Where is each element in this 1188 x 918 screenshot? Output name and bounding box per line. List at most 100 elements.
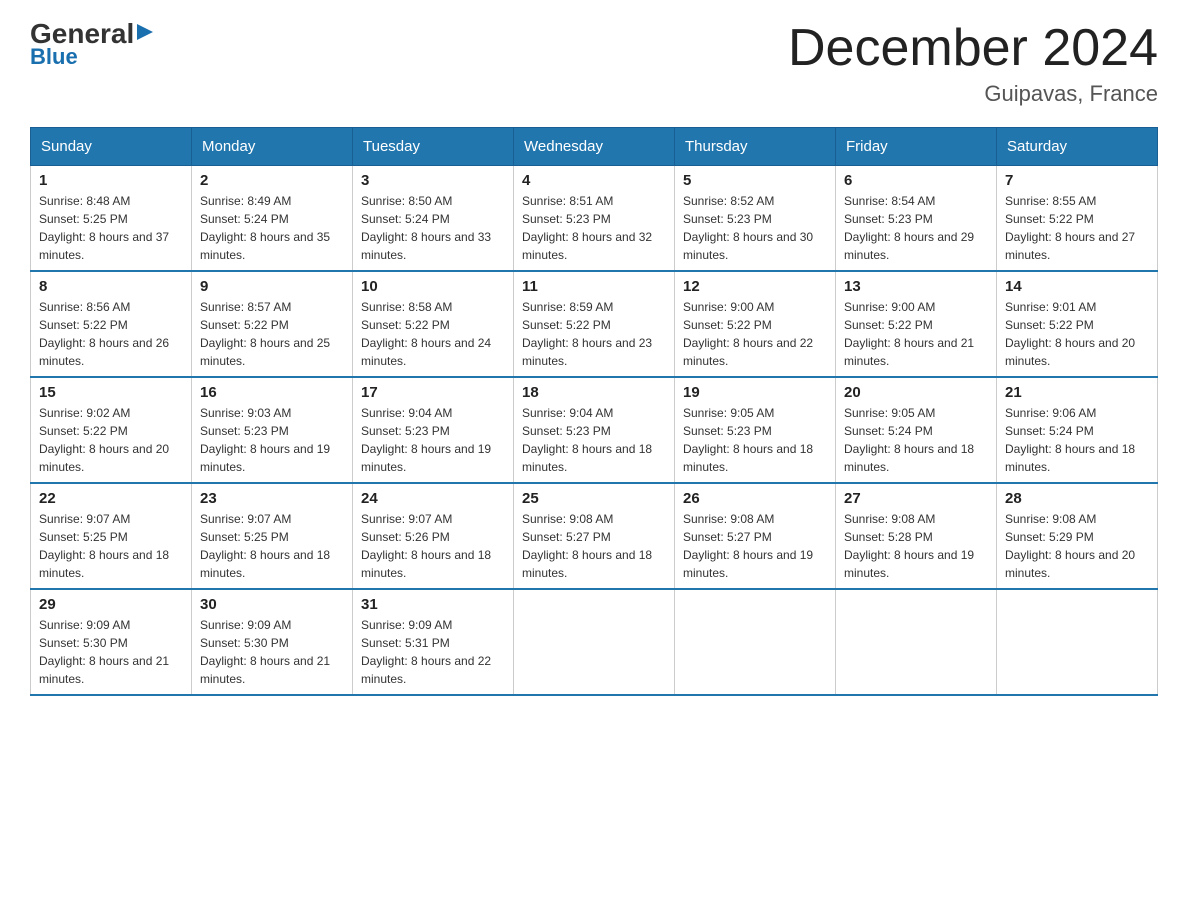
- day-number: 29: [39, 596, 183, 613]
- calendar-cell: 17 Sunrise: 9:04 AMSunset: 5:23 PMDaylig…: [353, 377, 514, 483]
- day-info: Sunrise: 9:08 AMSunset: 5:27 PMDaylight:…: [522, 510, 666, 582]
- day-info: Sunrise: 8:51 AMSunset: 5:23 PMDaylight:…: [522, 192, 666, 264]
- day-info: Sunrise: 9:06 AMSunset: 5:24 PMDaylight:…: [1005, 404, 1149, 476]
- calendar-cell: 7 Sunrise: 8:55 AMSunset: 5:22 PMDayligh…: [997, 166, 1158, 272]
- day-info: Sunrise: 9:07 AMSunset: 5:25 PMDaylight:…: [39, 510, 183, 582]
- day-number: 11: [522, 278, 666, 295]
- day-number: 23: [200, 490, 344, 507]
- day-number: 16: [200, 384, 344, 401]
- day-number: 30: [200, 596, 344, 613]
- calendar-week-3: 15 Sunrise: 9:02 AMSunset: 5:22 PMDaylig…: [31, 377, 1158, 483]
- logo-triangle-icon: [135, 22, 155, 42]
- day-info: Sunrise: 9:09 AMSunset: 5:30 PMDaylight:…: [200, 616, 344, 688]
- col-header-friday: Friday: [836, 128, 997, 166]
- calendar-cell: 19 Sunrise: 9:05 AMSunset: 5:23 PMDaylig…: [675, 377, 836, 483]
- calendar-cell: 13 Sunrise: 9:00 AMSunset: 5:22 PMDaylig…: [836, 271, 997, 377]
- day-info: Sunrise: 8:52 AMSunset: 5:23 PMDaylight:…: [683, 192, 827, 264]
- day-number: 9: [200, 278, 344, 295]
- day-info: Sunrise: 9:00 AMSunset: 5:22 PMDaylight:…: [844, 298, 988, 370]
- calendar-cell: 30 Sunrise: 9:09 AMSunset: 5:30 PMDaylig…: [192, 589, 353, 695]
- day-info: Sunrise: 9:09 AMSunset: 5:31 PMDaylight:…: [361, 616, 505, 688]
- calendar-cell: 29 Sunrise: 9:09 AMSunset: 5:30 PMDaylig…: [31, 589, 192, 695]
- day-info: Sunrise: 8:59 AMSunset: 5:22 PMDaylight:…: [522, 298, 666, 370]
- calendar-cell: 12 Sunrise: 9:00 AMSunset: 5:22 PMDaylig…: [675, 271, 836, 377]
- day-number: 22: [39, 490, 183, 507]
- day-info: Sunrise: 9:03 AMSunset: 5:23 PMDaylight:…: [200, 404, 344, 476]
- calendar-cell: 27 Sunrise: 9:08 AMSunset: 5:28 PMDaylig…: [836, 483, 997, 589]
- day-number: 31: [361, 596, 505, 613]
- calendar-cell: 8 Sunrise: 8:56 AMSunset: 5:22 PMDayligh…: [31, 271, 192, 377]
- calendar-table: SundayMondayTuesdayWednesdayThursdayFrid…: [30, 127, 1158, 696]
- month-title: December 2024: [788, 20, 1158, 77]
- day-number: 10: [361, 278, 505, 295]
- logo: General Blue: [30, 20, 155, 70]
- day-number: 21: [1005, 384, 1149, 401]
- col-header-saturday: Saturday: [997, 128, 1158, 166]
- calendar-week-1: 1 Sunrise: 8:48 AMSunset: 5:25 PMDayligh…: [31, 166, 1158, 272]
- calendar-cell: 1 Sunrise: 8:48 AMSunset: 5:25 PMDayligh…: [31, 166, 192, 272]
- calendar-cell: [514, 589, 675, 695]
- calendar-cell: [997, 589, 1158, 695]
- calendar-cell: 15 Sunrise: 9:02 AMSunset: 5:22 PMDaylig…: [31, 377, 192, 483]
- calendar-cell: 2 Sunrise: 8:49 AMSunset: 5:24 PMDayligh…: [192, 166, 353, 272]
- day-info: Sunrise: 9:08 AMSunset: 5:29 PMDaylight:…: [1005, 510, 1149, 582]
- calendar-cell: 10 Sunrise: 8:58 AMSunset: 5:22 PMDaylig…: [353, 271, 514, 377]
- calendar-cell: 25 Sunrise: 9:08 AMSunset: 5:27 PMDaylig…: [514, 483, 675, 589]
- day-info: Sunrise: 9:01 AMSunset: 5:22 PMDaylight:…: [1005, 298, 1149, 370]
- day-number: 6: [844, 172, 988, 189]
- calendar-cell: 24 Sunrise: 9:07 AMSunset: 5:26 PMDaylig…: [353, 483, 514, 589]
- calendar-cell: 20 Sunrise: 9:05 AMSunset: 5:24 PMDaylig…: [836, 377, 997, 483]
- day-info: Sunrise: 8:55 AMSunset: 5:22 PMDaylight:…: [1005, 192, 1149, 264]
- day-info: Sunrise: 9:00 AMSunset: 5:22 PMDaylight:…: [683, 298, 827, 370]
- day-number: 26: [683, 490, 827, 507]
- calendar-cell: 23 Sunrise: 9:07 AMSunset: 5:25 PMDaylig…: [192, 483, 353, 589]
- col-header-sunday: Sunday: [31, 128, 192, 166]
- day-info: Sunrise: 9:04 AMSunset: 5:23 PMDaylight:…: [522, 404, 666, 476]
- day-info: Sunrise: 8:56 AMSunset: 5:22 PMDaylight:…: [39, 298, 183, 370]
- day-info: Sunrise: 9:09 AMSunset: 5:30 PMDaylight:…: [39, 616, 183, 688]
- calendar-cell: 4 Sunrise: 8:51 AMSunset: 5:23 PMDayligh…: [514, 166, 675, 272]
- day-number: 4: [522, 172, 666, 189]
- day-number: 17: [361, 384, 505, 401]
- day-info: Sunrise: 9:04 AMSunset: 5:23 PMDaylight:…: [361, 404, 505, 476]
- day-number: 20: [844, 384, 988, 401]
- calendar-week-5: 29 Sunrise: 9:09 AMSunset: 5:30 PMDaylig…: [31, 589, 1158, 695]
- day-info: Sunrise: 9:08 AMSunset: 5:27 PMDaylight:…: [683, 510, 827, 582]
- day-info: Sunrise: 8:48 AMSunset: 5:25 PMDaylight:…: [39, 192, 183, 264]
- day-number: 3: [361, 172, 505, 189]
- calendar-cell: 6 Sunrise: 8:54 AMSunset: 5:23 PMDayligh…: [836, 166, 997, 272]
- day-number: 1: [39, 172, 183, 189]
- day-number: 25: [522, 490, 666, 507]
- day-info: Sunrise: 9:07 AMSunset: 5:25 PMDaylight:…: [200, 510, 344, 582]
- day-number: 18: [522, 384, 666, 401]
- calendar-header-row: SundayMondayTuesdayWednesdayThursdayFrid…: [31, 128, 1158, 166]
- calendar-cell: [836, 589, 997, 695]
- day-number: 24: [361, 490, 505, 507]
- col-header-monday: Monday: [192, 128, 353, 166]
- day-number: 5: [683, 172, 827, 189]
- calendar-week-4: 22 Sunrise: 9:07 AMSunset: 5:25 PMDaylig…: [31, 483, 1158, 589]
- calendar-cell: 5 Sunrise: 8:52 AMSunset: 5:23 PMDayligh…: [675, 166, 836, 272]
- col-header-thursday: Thursday: [675, 128, 836, 166]
- day-number: 13: [844, 278, 988, 295]
- calendar-cell: 18 Sunrise: 9:04 AMSunset: 5:23 PMDaylig…: [514, 377, 675, 483]
- calendar-cell: 26 Sunrise: 9:08 AMSunset: 5:27 PMDaylig…: [675, 483, 836, 589]
- day-number: 7: [1005, 172, 1149, 189]
- calendar-cell: 11 Sunrise: 8:59 AMSunset: 5:22 PMDaylig…: [514, 271, 675, 377]
- calendar-cell: [675, 589, 836, 695]
- calendar-cell: 31 Sunrise: 9:09 AMSunset: 5:31 PMDaylig…: [353, 589, 514, 695]
- day-number: 28: [1005, 490, 1149, 507]
- page-header: General Blue December 2024 Guipavas, Fra…: [30, 20, 1158, 107]
- day-number: 19: [683, 384, 827, 401]
- day-number: 2: [200, 172, 344, 189]
- day-number: 15: [39, 384, 183, 401]
- title-block: December 2024 Guipavas, France: [788, 20, 1158, 107]
- day-info: Sunrise: 9:08 AMSunset: 5:28 PMDaylight:…: [844, 510, 988, 582]
- calendar-cell: 22 Sunrise: 9:07 AMSunset: 5:25 PMDaylig…: [31, 483, 192, 589]
- day-number: 14: [1005, 278, 1149, 295]
- calendar-body: 1 Sunrise: 8:48 AMSunset: 5:25 PMDayligh…: [31, 166, 1158, 696]
- calendar-cell: 16 Sunrise: 9:03 AMSunset: 5:23 PMDaylig…: [192, 377, 353, 483]
- calendar-cell: 9 Sunrise: 8:57 AMSunset: 5:22 PMDayligh…: [192, 271, 353, 377]
- day-info: Sunrise: 8:58 AMSunset: 5:22 PMDaylight:…: [361, 298, 505, 370]
- calendar-cell: 14 Sunrise: 9:01 AMSunset: 5:22 PMDaylig…: [997, 271, 1158, 377]
